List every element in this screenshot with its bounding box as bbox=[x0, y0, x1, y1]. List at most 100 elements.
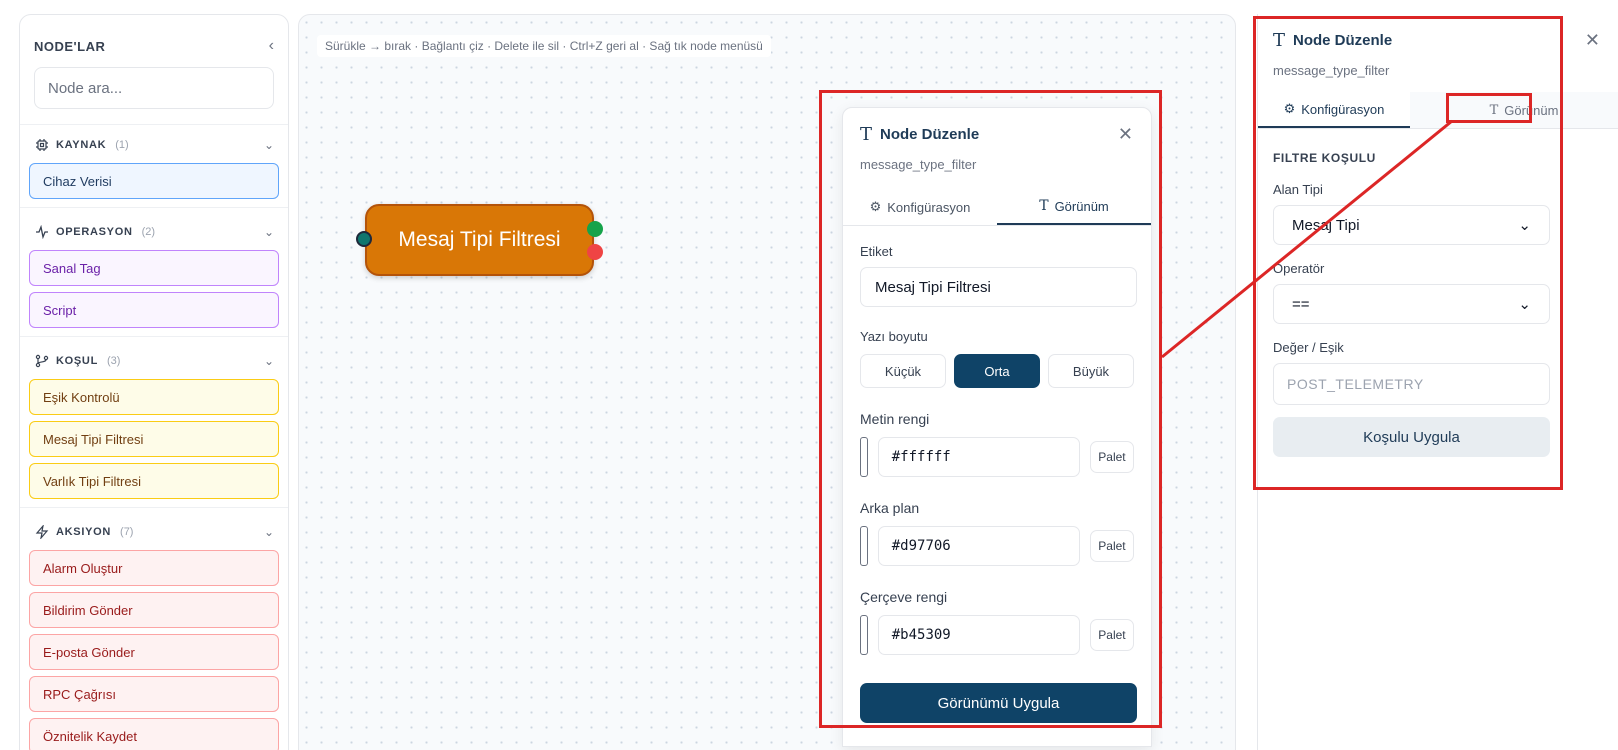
node-search-input[interactable] bbox=[34, 67, 274, 109]
chevron-down-icon: ⌄ bbox=[263, 138, 274, 152]
text-color-label: Metin rengi bbox=[860, 411, 930, 427]
tab-konfigurasyon[interactable]: ⚙ Konfigürasyon bbox=[1258, 92, 1410, 128]
text-color-row: #ffffff Palet bbox=[860, 437, 1134, 477]
apply-condition-button[interactable]: Koşulu Uygula bbox=[1273, 417, 1550, 457]
fontsize-large-button[interactable]: Büyük bbox=[1048, 354, 1134, 388]
gear-icon: ⚙ bbox=[1283, 101, 1296, 116]
tab-label: Görünüm bbox=[1054, 198, 1109, 214]
select-value: == bbox=[1292, 295, 1310, 313]
border-color-input[interactable]: #b45309 bbox=[877, 615, 1080, 655]
collapse-sidebar-icon[interactable]: ‹ bbox=[269, 37, 274, 55]
category-aksiyon[interactable]: AKSIYON (7) ⌄ bbox=[20, 514, 288, 550]
chevron-down-icon: ⌄ bbox=[263, 525, 274, 539]
category-kaynak[interactable]: KAYNAK (1) ⌄ bbox=[20, 127, 288, 163]
apply-appearance-button[interactable]: Görünümü Uygula bbox=[860, 683, 1137, 723]
category-name: KOŞUL bbox=[56, 355, 98, 367]
sidebar-divider bbox=[20, 207, 288, 208]
category-kosul[interactable]: KOŞUL (3) ⌄ bbox=[20, 343, 288, 379]
flow-node-mesaj-tipi-filtresi[interactable]: Mesaj Tipi Filtresi bbox=[365, 204, 594, 276]
palette-item-oznitelik-kaydet[interactable]: Öznitelik Kaydet bbox=[29, 718, 279, 750]
lightning-icon bbox=[34, 524, 50, 540]
palette-item-script[interactable]: Script bbox=[29, 292, 279, 328]
palette-item-rpc-cagrisi[interactable]: RPC Çağrısı bbox=[29, 676, 279, 712]
palette-item-eposta-gonder[interactable]: E-posta Gönder bbox=[29, 634, 279, 670]
fontsize-medium-button[interactable]: Orta bbox=[954, 354, 1040, 388]
category-name: KAYNAK bbox=[56, 139, 107, 151]
section-title: FILTRE KOŞULU bbox=[1273, 151, 1376, 165]
border-color-row: #b45309 Palet bbox=[860, 615, 1134, 655]
panel-subtitle: message_type_filter bbox=[1273, 63, 1390, 78]
text-type-icon: T bbox=[1489, 102, 1499, 118]
category-name: AKSIYON bbox=[56, 526, 112, 538]
close-icon[interactable]: ✕ bbox=[1118, 124, 1133, 145]
category-kosul-title: KOŞUL (3) bbox=[34, 353, 120, 369]
sidebar-title: NODE'LAR bbox=[34, 38, 106, 54]
operator-label: Operatör bbox=[1273, 261, 1325, 276]
bg-color-row: #d97706 Palet bbox=[860, 526, 1134, 566]
activity-icon bbox=[34, 224, 50, 240]
text-type-icon: T bbox=[1273, 30, 1286, 51]
border-color-swatch[interactable] bbox=[860, 615, 868, 655]
gear-icon: ⚙ bbox=[869, 199, 882, 214]
label-field-label: Etiket bbox=[860, 244, 893, 259]
chevron-down-icon: ⌄ bbox=[263, 225, 274, 239]
text-color-swatch[interactable] bbox=[860, 437, 868, 477]
tab-gorunum[interactable]: T Görünüm bbox=[1410, 92, 1618, 128]
panel-tabs: ⚙ Konfigürasyon T Görünüm bbox=[1258, 92, 1618, 129]
field-type-label: Alan Tipi bbox=[1273, 182, 1323, 197]
panel-header: T Node Düzenle message_type_filter ✕ bbox=[1258, 14, 1618, 78]
category-count: (2) bbox=[141, 226, 156, 238]
tab-label: Konfigürasyon bbox=[887, 199, 971, 215]
bg-color-input[interactable]: #d97706 bbox=[877, 526, 1080, 566]
sidebar-divider bbox=[20, 507, 288, 508]
popup-title: Node Düzenle bbox=[880, 126, 980, 143]
sidebar-divider bbox=[20, 336, 288, 337]
palette-item-sanal-tag[interactable]: Sanal Tag bbox=[29, 250, 279, 286]
fontsize-segmented: Küçük Orta Büyük bbox=[860, 354, 1134, 388]
category-count: (7) bbox=[120, 526, 134, 538]
category-aksiyon-title: AKSIYON (7) bbox=[34, 524, 133, 540]
panel-title: Node Düzenle bbox=[1293, 32, 1393, 49]
label-input[interactable] bbox=[860, 267, 1137, 307]
category-operasyon[interactable]: OPERASYON (2) ⌄ bbox=[20, 214, 288, 250]
popup-title-row: T Node Düzenle bbox=[860, 124, 1134, 145]
tab-label: Konfigürasyon bbox=[1301, 101, 1385, 117]
border-color-palette-button[interactable]: Palet bbox=[1089, 619, 1134, 651]
bg-color-palette-button[interactable]: Palet bbox=[1089, 530, 1134, 562]
field-type-select[interactable]: Mesaj Tipi ⌄ bbox=[1273, 205, 1550, 245]
chevron-down-icon: ⌄ bbox=[263, 354, 274, 368]
palette-item-varlik-tipi-filtresi[interactable]: Varlık Tipi Filtresi bbox=[29, 463, 279, 499]
value-input[interactable] bbox=[1273, 363, 1550, 405]
text-type-icon: T bbox=[1039, 198, 1049, 214]
operator-select[interactable]: == ⌄ bbox=[1273, 284, 1550, 324]
close-icon[interactable]: ✕ bbox=[1585, 30, 1600, 51]
appearance-form: Etiket Yazı boyutu Küçük Orta Büyük Meti… bbox=[843, 244, 1151, 723]
category-count: (1) bbox=[115, 139, 129, 151]
node-editor-popup: T Node Düzenle message_type_filter ✕ ⚙ K… bbox=[842, 107, 1152, 747]
tab-gorunum[interactable]: T Görünüm bbox=[997, 189, 1151, 225]
chip-icon bbox=[34, 137, 50, 153]
branch-icon bbox=[34, 353, 50, 369]
text-color-palette-button[interactable]: Palet bbox=[1089, 441, 1134, 473]
palette-item-esik-kontrolu[interactable]: Eşik Kontrolü bbox=[29, 379, 279, 415]
text-color-input[interactable]: #ffffff bbox=[877, 437, 1080, 477]
fontsize-small-button[interactable]: Küçük bbox=[860, 354, 946, 388]
node-output-false-handle[interactable] bbox=[587, 244, 603, 260]
app-root: NODE'LAR ‹ KAYNAK (1) ⌄ Cihaz Verisi bbox=[0, 0, 1618, 750]
tab-konfigurasyon[interactable]: ⚙ Konfigürasyon bbox=[843, 189, 997, 225]
palette-item-alarm-olustur[interactable]: Alarm Oluştur bbox=[29, 550, 279, 586]
palette-item-mesaj-tipi-filtresi[interactable]: Mesaj Tipi Filtresi bbox=[29, 421, 279, 457]
bg-color-label: Arka plan bbox=[860, 500, 920, 516]
value-label: Değer / Eşik bbox=[1273, 340, 1344, 355]
palette-item-cihaz-verisi[interactable]: Cihaz Verisi bbox=[29, 163, 279, 199]
tab-label: Görünüm bbox=[1504, 102, 1559, 118]
palette-item-bildirim-gonder[interactable]: Bildirim Gönder bbox=[29, 592, 279, 628]
node-output-true-handle[interactable] bbox=[587, 221, 603, 237]
bg-color-swatch[interactable] bbox=[860, 526, 868, 566]
category-name: OPERASYON bbox=[56, 226, 133, 238]
sidebar-divider bbox=[20, 124, 288, 125]
sidebar-header: NODE'LAR ‹ bbox=[20, 15, 288, 55]
node-input-handle[interactable] bbox=[356, 231, 372, 247]
category-operasyon-title: OPERASYON (2) bbox=[34, 224, 155, 240]
chevron-down-icon: ⌄ bbox=[1518, 296, 1531, 313]
